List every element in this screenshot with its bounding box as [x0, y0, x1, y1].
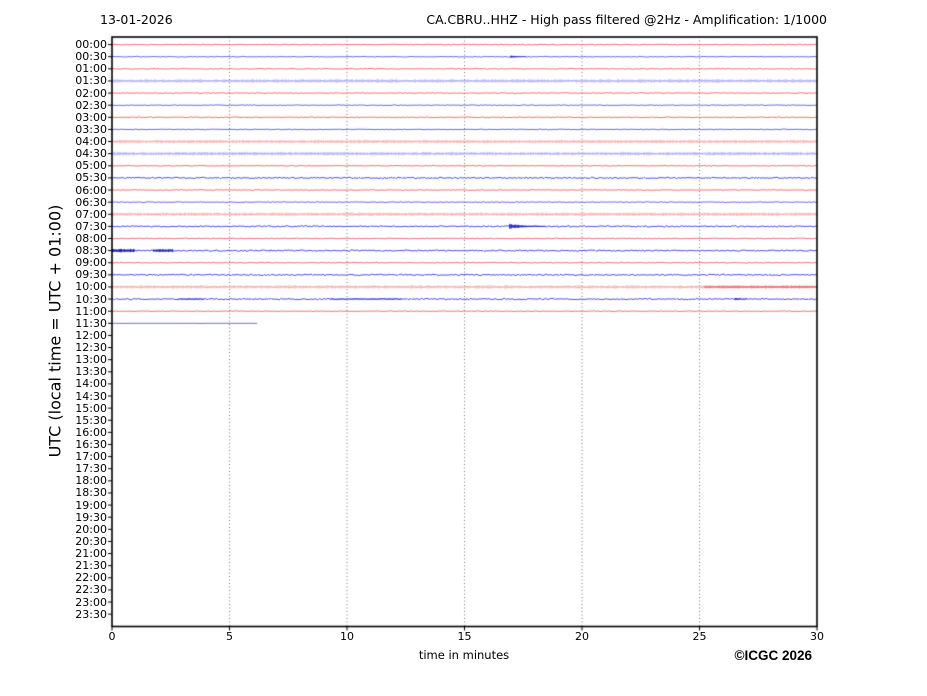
y-tick-label: 06:30 [75, 195, 107, 209]
plot-title: CA.CBRU..HHZ - High pass filtered @2Hz -… [426, 12, 827, 27]
y-tick-label: 08:00 [75, 231, 107, 245]
y-tick-label: 21:30 [75, 559, 107, 573]
y-tick-label: 22:30 [75, 583, 107, 597]
y-tick-label: 07:00 [75, 207, 107, 221]
y-tick-label: 23:30 [75, 607, 107, 621]
y-tick-label: 08:30 [75, 244, 107, 258]
y-tick-label: 05:30 [75, 171, 107, 185]
y-tick-label: 04:00 [75, 135, 107, 149]
y-tick-label: 11:30 [75, 316, 107, 330]
copyright-label: ©ICGC 2026 [734, 648, 812, 663]
y-tick-label: 09:00 [75, 256, 107, 270]
x-tick-label: 10 [340, 630, 354, 643]
x-tick-label: 5 [226, 630, 233, 643]
y-tick-label: 03:30 [75, 122, 107, 136]
y-tick-label: 13:00 [75, 353, 107, 367]
y-tick-label: 21:00 [75, 547, 107, 561]
y-tick-label: 10:00 [75, 280, 107, 294]
plot-date: 13-01-2026 [100, 12, 173, 27]
y-tick-label: 20:00 [75, 522, 107, 536]
y-tick-label: 14:30 [75, 389, 107, 403]
y-tick-label: 19:00 [75, 498, 107, 512]
x-tick-label: 15 [457, 630, 472, 643]
y-tick-label: 07:30 [75, 219, 107, 233]
y-tick-label: 00:30 [75, 50, 107, 64]
y-tick-label: 04:30 [75, 147, 107, 161]
y-tick-label: 01:30 [75, 74, 107, 88]
y-tick-label: 09:30 [75, 268, 107, 282]
y-tick-label: 19:30 [75, 510, 107, 524]
x-tick-label: 0 [108, 630, 116, 643]
y-tick-label: 00:00 [75, 38, 107, 52]
y-tick-label: 12:30 [75, 341, 107, 355]
y-tick-label: 16:00 [75, 425, 107, 439]
x-tick-label: 30 [810, 630, 824, 643]
y-tick-label: 22:00 [75, 571, 107, 585]
y-tick-label: 14:00 [75, 377, 107, 391]
y-tick-label: 01:00 [75, 62, 107, 76]
x-axis-label: time in minutes [418, 648, 510, 662]
y-tick-label: 20:30 [75, 534, 107, 548]
y-tick-label: 17:00 [75, 450, 107, 464]
y-axis-label: UTC (local time = UTC + 01:00) [45, 204, 65, 458]
x-tick-label: 20 [575, 630, 589, 643]
y-tick-label: 13:30 [75, 365, 107, 379]
y-tick-label: 18:30 [75, 486, 107, 500]
y-tick-label: 02:00 [75, 86, 107, 100]
y-tick-label: 12:00 [75, 328, 107, 342]
y-tick-label: 02:30 [75, 98, 107, 112]
y-tick-label: 03:00 [75, 110, 107, 124]
y-tick-label: 05:00 [75, 159, 107, 173]
y-tick-label: 15:30 [75, 413, 107, 427]
y-tick-label: 06:00 [75, 183, 107, 197]
y-tick-label: 18:00 [75, 474, 107, 488]
seismogram-plot [0, 0, 927, 696]
y-tick-label: 15:00 [75, 401, 107, 415]
y-tick-label: 17:30 [75, 462, 107, 476]
helicorder-figure: 13-01-2026 CA.CBRU..HHZ - High pass filt… [0, 0, 927, 696]
y-tick-label: 16:30 [75, 437, 107, 451]
y-tick-label: 10:30 [75, 292, 107, 306]
x-tick-label: 25 [692, 630, 707, 643]
y-tick-label: 23:00 [75, 595, 107, 609]
y-tick-label: 11:00 [75, 304, 107, 318]
